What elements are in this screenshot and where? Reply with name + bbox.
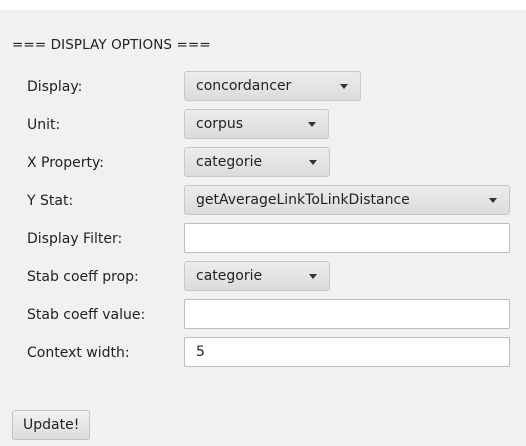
unit-select[interactable]: corpus (184, 109, 329, 139)
display-label: Display: (27, 79, 83, 95)
display-filter-row: Display Filter: (0, 220, 526, 258)
chevron-down-icon (309, 160, 317, 165)
stab-coeff-prop-select[interactable]: categorie (184, 261, 330, 291)
y-stat-label: Y Stat: (27, 193, 74, 209)
x-property-select[interactable]: categorie (184, 147, 330, 177)
unit-select-value: corpus (196, 116, 244, 132)
stab-coeff-value-label: Stab coeff value: (27, 307, 146, 323)
unit-row: Unit: corpus (0, 106, 526, 144)
chevron-down-icon (489, 198, 497, 203)
display-select-value: concordancer (196, 78, 292, 94)
x-property-row: X Property: categorie (0, 144, 526, 182)
y-stat-select-value: getAverageLinkToLinkDistance (196, 192, 410, 208)
display-filter-label: Display Filter: (27, 231, 123, 247)
x-property-label: X Property: (27, 155, 104, 171)
display-row: Display: concordancer (0, 68, 526, 106)
display-filter-input[interactable] (184, 223, 510, 253)
display-options-panel: === DISPLAY OPTIONS === Display: concord… (0, 10, 526, 446)
stab-coeff-prop-row: Stab coeff prop: categorie (0, 258, 526, 296)
context-width-row: Context width: (0, 334, 526, 372)
section-header: === DISPLAY OPTIONS === (12, 37, 211, 53)
stab-coeff-prop-label: Stab coeff prop: (27, 269, 139, 285)
context-width-input[interactable] (184, 337, 510, 367)
y-stat-select[interactable]: getAverageLinkToLinkDistance (184, 185, 510, 215)
chevron-down-icon (309, 274, 317, 279)
unit-label: Unit: (27, 117, 61, 133)
context-width-label: Context width: (27, 345, 130, 361)
stab-coeff-value-input[interactable] (184, 299, 510, 329)
update-button[interactable]: Update! (12, 410, 91, 440)
chevron-down-icon (308, 122, 316, 127)
stab-coeff-value-row: Stab coeff value: (0, 296, 526, 334)
x-property-select-value: categorie (196, 154, 263, 170)
stab-coeff-prop-select-value: categorie (196, 268, 263, 284)
chevron-down-icon (340, 84, 348, 89)
display-select[interactable]: concordancer (184, 71, 361, 101)
y-stat-row: Y Stat: getAverageLinkToLinkDistance (0, 182, 526, 220)
